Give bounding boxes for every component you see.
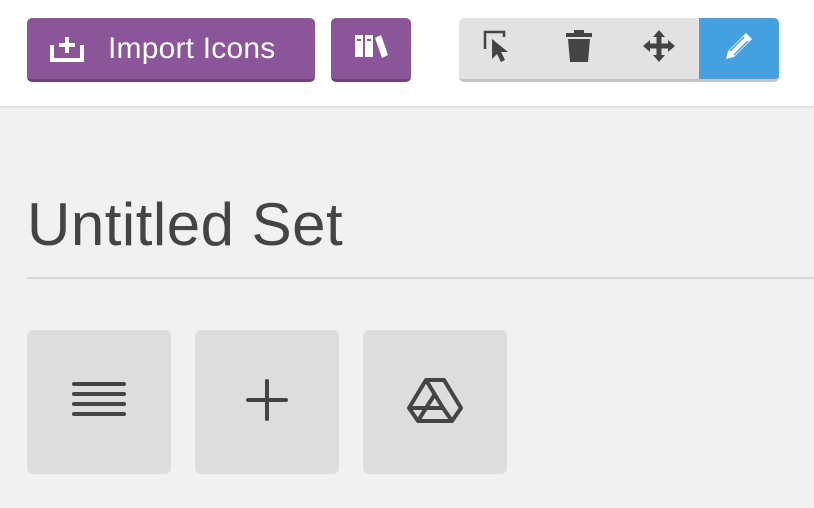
select-tool-button[interactable] bbox=[459, 18, 539, 79]
pencil-icon bbox=[722, 29, 756, 68]
trash-icon bbox=[564, 29, 594, 68]
menu-lines-icon bbox=[71, 380, 127, 425]
library-icon bbox=[353, 33, 389, 64]
google-drive-icon bbox=[407, 377, 463, 428]
library-button[interactable] bbox=[331, 18, 411, 82]
cursor-select-icon bbox=[482, 29, 516, 68]
title-divider bbox=[27, 277, 814, 279]
import-icons-button[interactable]: Import Icons bbox=[27, 18, 315, 82]
icon-tile-plus[interactable] bbox=[195, 330, 339, 474]
icon-tile-menu[interactable] bbox=[27, 330, 171, 474]
set-title[interactable]: Untitled Set bbox=[27, 190, 343, 259]
edit-tool-button[interactable] bbox=[699, 18, 779, 79]
import-icon bbox=[50, 35, 84, 63]
plus-icon bbox=[244, 377, 290, 428]
move-tool-button[interactable] bbox=[619, 18, 699, 79]
top-toolbar: Import Icons bbox=[0, 0, 814, 106]
icon-tile-drive[interactable] bbox=[363, 330, 507, 474]
import-icons-label: Import Icons bbox=[108, 31, 276, 65]
tool-group bbox=[459, 18, 779, 82]
move-icon bbox=[642, 29, 676, 68]
delete-tool-button[interactable] bbox=[539, 18, 619, 79]
